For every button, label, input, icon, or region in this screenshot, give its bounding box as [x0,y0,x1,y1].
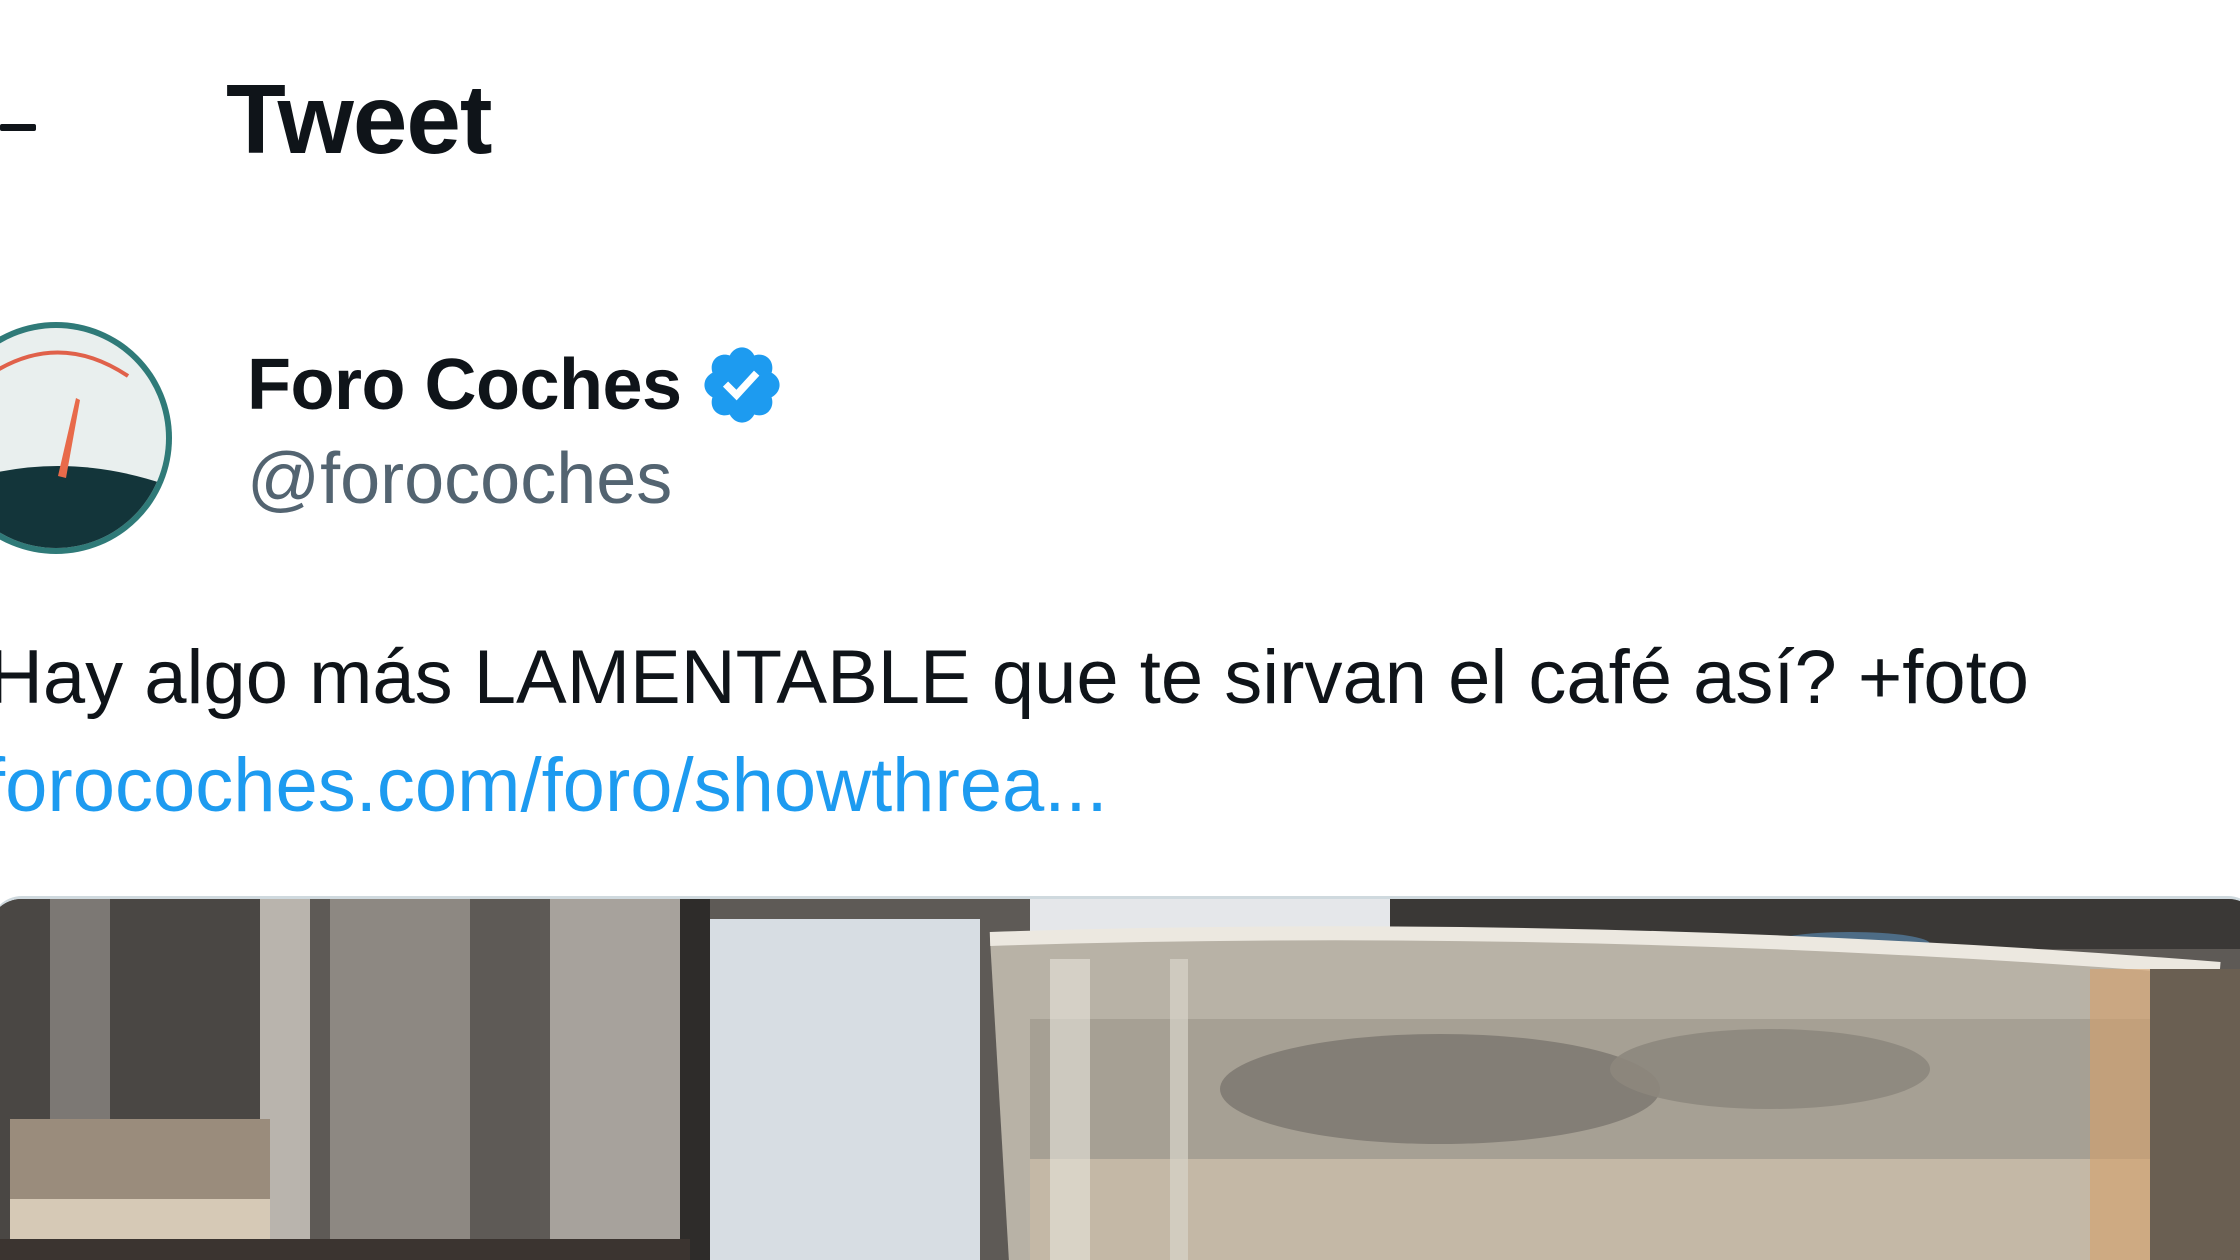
author-name: Foro Coches [247,345,682,425]
author-name-row[interactable]: Foro Coches [247,340,786,430]
coffee-glass-photo [0,899,2240,1260]
tweet-media-image[interactable] [0,896,2240,1260]
verified-badge-icon [703,347,780,423]
tweet-link[interactable]: forocoches.com/foro/showthrea... [0,748,1108,824]
arrow-left-icon [0,124,36,131]
tweet-text: Hay algo más LAMENTABLE que te sirvan el… [0,635,2030,720]
speedometer-gauge-icon [0,322,172,554]
author-handle[interactable]: @forocoches [247,443,672,515]
page-title: Tweet [226,64,492,174]
back-button[interactable] [0,96,60,156]
avatar[interactable] [0,318,182,558]
tweet-page: Tweet Foro Coches @forocoches Hay algo m… [0,0,2240,1260]
